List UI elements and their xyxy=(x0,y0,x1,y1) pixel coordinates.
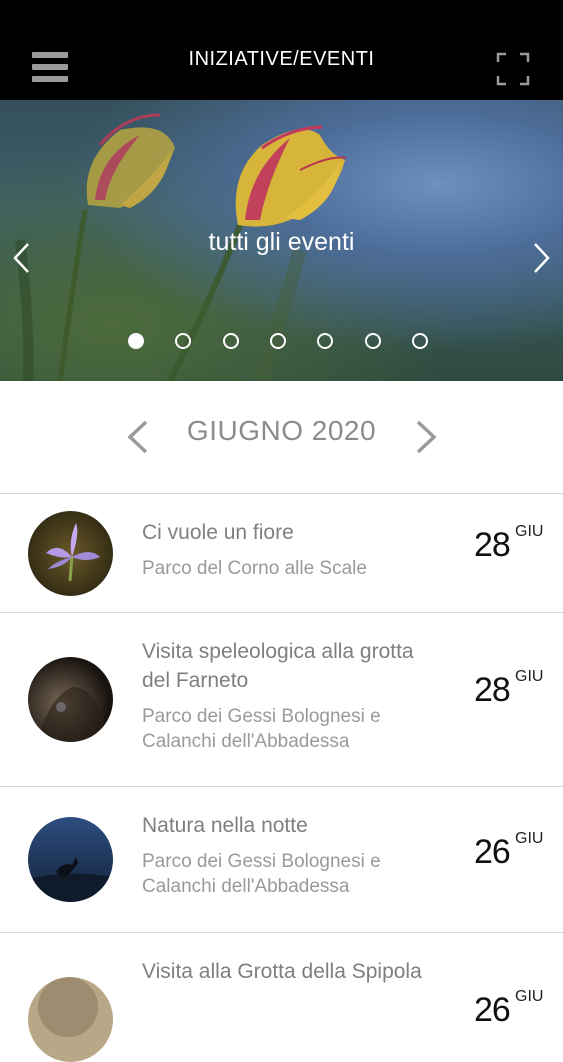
event-title: Ci vuole un fiore xyxy=(142,521,294,544)
carousel-prev-arrow-icon[interactable] xyxy=(10,240,32,276)
month-label: GIUGNO 2020 xyxy=(186,415,377,446)
fullscreen-icon[interactable] xyxy=(496,52,530,86)
carousel-next-arrow-icon[interactable] xyxy=(531,240,553,276)
hero-carousel[interactable]: tutti gli eventi xyxy=(0,100,563,381)
carousel-pagination xyxy=(128,333,438,355)
event-item[interactable]: Ci vuole un fiore Parco del Corno alle S… xyxy=(0,494,563,613)
carousel-dot[interactable] xyxy=(364,333,381,349)
event-day: 26 xyxy=(474,991,511,1029)
event-month: GIU xyxy=(515,523,544,540)
carousel-dot[interactable] xyxy=(222,333,239,349)
event-location: Parco dei Gessi Bolognesi e Calanchi del… xyxy=(142,706,381,752)
event-month: GIU xyxy=(515,668,544,685)
hero-caption[interactable]: tutti gli eventi xyxy=(0,228,563,257)
event-title: Natura nella notte xyxy=(142,814,308,837)
event-title: Visita speleologica alla grotta del Farn… xyxy=(142,640,414,692)
event-month: GIU xyxy=(515,988,544,1005)
event-month: GIU xyxy=(515,830,544,847)
event-item[interactable]: Visita speleologica alla grotta del Farn… xyxy=(0,613,563,787)
carousel-dot[interactable] xyxy=(175,333,192,349)
page-title: INIZIATIVE/EVENTI xyxy=(188,48,375,70)
carousel-dot[interactable] xyxy=(317,333,334,349)
event-location: Parco del Corno alle Scale xyxy=(142,558,367,579)
event-day: 28 xyxy=(474,526,511,564)
event-day: 26 xyxy=(474,833,511,871)
event-title: Visita alla Grotta della Spipola xyxy=(142,960,422,983)
carousel-dot[interactable] xyxy=(128,333,144,349)
next-month-icon[interactable] xyxy=(414,419,440,455)
event-location: Parco dei Gessi Bolognesi e Calanchi del… xyxy=(142,851,381,897)
event-thumbnail-flower xyxy=(28,511,113,596)
top-bar: INIZIATIVE/EVENTI xyxy=(0,0,563,100)
event-thumbnail-grotto xyxy=(28,977,113,1062)
event-thumbnail-cave xyxy=(28,657,113,742)
event-day: 28 xyxy=(474,671,511,709)
carousel-dot[interactable] xyxy=(269,333,286,349)
month-selector: GIUGNO 2020 xyxy=(0,381,563,494)
event-thumbnail-night xyxy=(28,817,113,902)
event-item[interactable]: Visita alla Grotta della Spipola 26 GIU xyxy=(0,933,563,1062)
carousel-dot[interactable] xyxy=(411,333,428,349)
event-item[interactable]: Natura nella notte Parco dei Gessi Bolog… xyxy=(0,787,563,933)
